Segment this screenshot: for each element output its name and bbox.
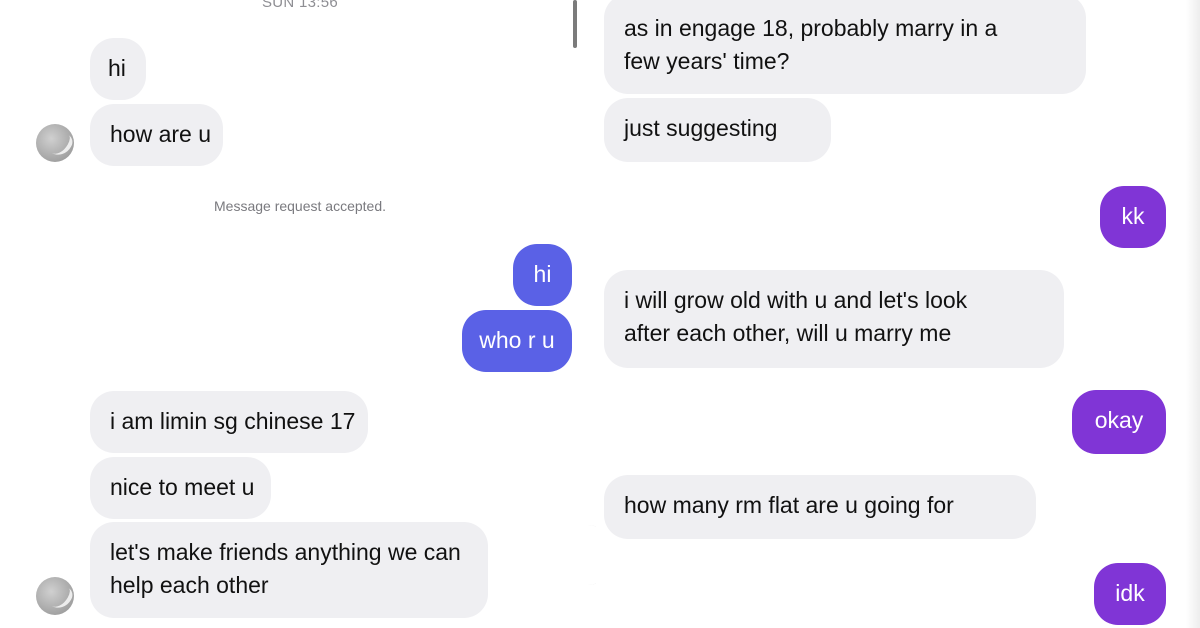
outgoing-message[interactable]: okay (1072, 390, 1166, 454)
message-line: let's make friends anything we can (110, 539, 461, 565)
incoming-message-multiline[interactable]: let's make friends anything we can help … (90, 522, 488, 618)
message-line: few years' time? (624, 48, 790, 74)
incoming-message[interactable]: i am limin sg chinese 17 (90, 391, 368, 453)
incoming-message[interactable]: how many rm flat are u going for (604, 475, 1036, 539)
message-line: help each other (110, 572, 269, 598)
incoming-message-multiline[interactable]: i will grow old with u and let's look af… (604, 270, 1064, 368)
message-line: after each other, will u marry me (624, 320, 952, 346)
right-chat-panel: as in engage 18, probably marry in a few… (596, 0, 1200, 628)
incoming-message[interactable]: how are u (90, 104, 223, 166)
outgoing-message[interactable]: who r u (462, 310, 572, 372)
incoming-message[interactable]: just suggesting (604, 98, 831, 162)
outgoing-message[interactable]: hi (513, 244, 572, 306)
contact-avatar[interactable] (36, 577, 74, 615)
outgoing-message[interactable]: kk (1100, 186, 1166, 248)
scrollbar-thumb[interactable] (573, 0, 577, 48)
message-request-accepted-note: Message request accepted. (214, 198, 386, 214)
contact-avatar[interactable] (36, 124, 74, 162)
incoming-message[interactable]: hi (90, 38, 146, 100)
message-line: i will grow old with u and let's look (624, 287, 968, 313)
right-edge-shadow (1186, 0, 1200, 628)
incoming-message-multiline[interactable]: as in engage 18, probably marry in a few… (604, 0, 1086, 94)
incoming-message[interactable]: nice to meet u (90, 457, 271, 519)
left-chat-panel: SUN 13:56 hi how are u Message request a… (0, 0, 590, 628)
message-line: as in engage 18, probably marry in a (624, 15, 998, 41)
outgoing-message[interactable]: idk (1094, 563, 1166, 625)
chat-timestamp: SUN 13:56 (261, 0, 339, 11)
